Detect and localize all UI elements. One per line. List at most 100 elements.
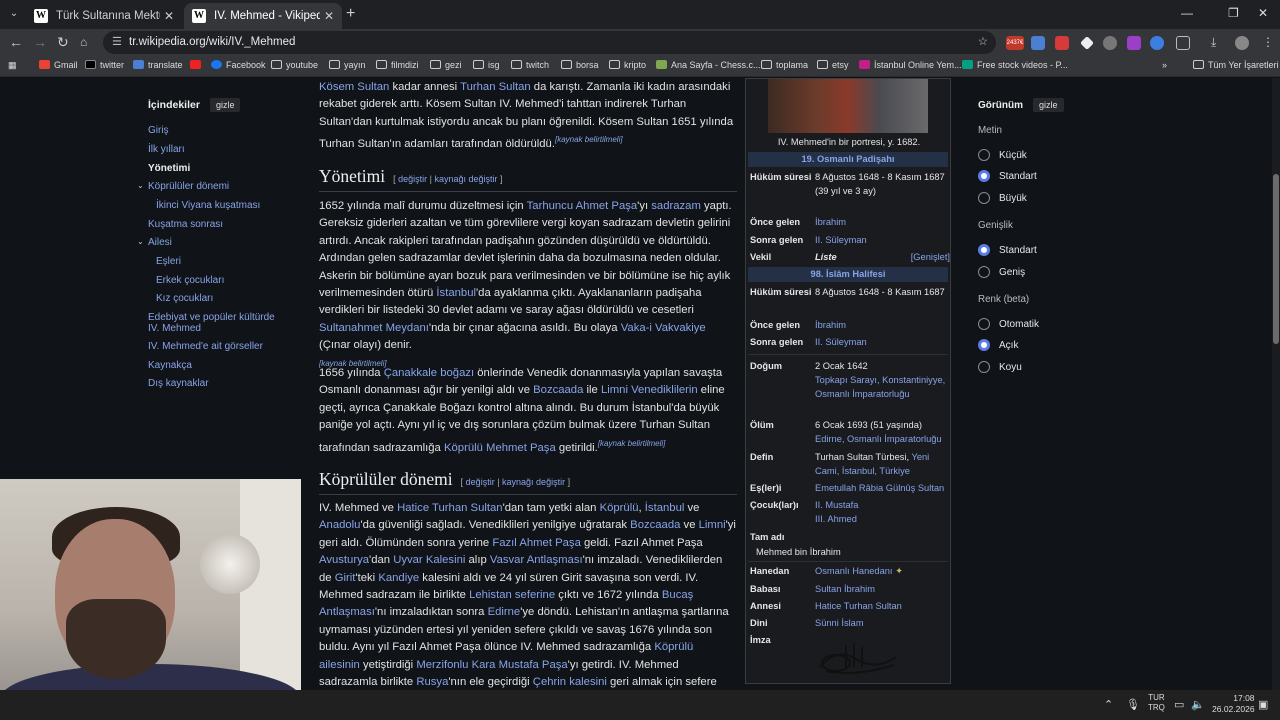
row-link[interactable]: Hatice Turhan Sultan: [815, 599, 949, 613]
new-tab-button[interactable]: +: [346, 5, 355, 23]
edit-link[interactable]: değiştir: [466, 477, 495, 487]
download-icon[interactable]: ⤓: [1211, 35, 1216, 50]
link[interactable]: Turhan Sultan: [460, 81, 531, 93]
bookmark-translate[interactable]: translate: [133, 60, 183, 70]
close-icon[interactable]: ✕: [324, 9, 334, 23]
clock[interactable]: 17:08 26.02.2026: [1212, 693, 1255, 715]
bookmark-toplama[interactable]: toplama: [761, 60, 808, 70]
extension-icon[interactable]: [1103, 36, 1117, 50]
extension-icon[interactable]: [1080, 36, 1094, 50]
edit-source-link[interactable]: kaynağı değiştir: [502, 477, 565, 487]
link[interactable]: Kandiye: [378, 572, 419, 584]
toc-item[interactable]: Dış kaynaklar: [148, 378, 209, 389]
bookmark-istanbul-online[interactable]: İstanbul Online Yem...: [859, 60, 962, 70]
radio-text-large[interactable]: Büyük: [978, 192, 1027, 204]
link[interactable]: Edirne: [488, 606, 521, 618]
radio-circle-checked[interactable]: [978, 244, 990, 256]
minimize-icon[interactable]: —: [1181, 6, 1193, 20]
radio-color-light[interactable]: Açık: [978, 339, 1018, 351]
bookmark-gezi[interactable]: gezi: [430, 60, 462, 70]
link[interactable]: Anadolu: [319, 519, 360, 531]
avatar[interactable]: [1235, 36, 1249, 50]
address-bar[interactable]: ☰ tr.wikipedia.org/wiki/IV._Mehmed ☆: [103, 31, 996, 54]
row-link[interactable]: Topkapı Sarayı, Konstantiniyye, Osmanlı …: [815, 375, 945, 399]
toc-subitem[interactable]: Erkek çocukları: [156, 275, 224, 286]
translate-ext-icon[interactable]: [1031, 36, 1045, 50]
portrait-image[interactable]: [768, 79, 928, 133]
link[interactable]: Bozcaada: [533, 384, 583, 396]
bookmark-yayin[interactable]: yayın: [329, 60, 366, 70]
link[interactable]: Hatice Turhan Sultan: [397, 502, 503, 514]
tab-search-chevron-icon[interactable]: ⌄: [5, 5, 23, 23]
language-indicator[interactable]: TUR TRQ: [1148, 693, 1165, 713]
link[interactable]: Avusturya: [319, 554, 369, 566]
bookmark-free-stock[interactable]: Free stock videos - P...: [962, 60, 1068, 70]
row-link[interactable]: İbrahim: [815, 215, 949, 229]
link[interactable]: Uyvar Kalesini: [393, 554, 465, 566]
link[interactable]: Limni Venediklilerin: [601, 384, 698, 396]
toc-item[interactable]: Kuşatma sonrası: [148, 219, 223, 230]
bookmark-youtube[interactable]: youtube: [271, 60, 318, 70]
radio-circle[interactable]: [978, 149, 990, 161]
toc-item[interactable]: Ailesi: [148, 237, 172, 248]
row-link[interactable]: Emetullah Râbia Gülnûş Sultan: [815, 481, 949, 495]
citation-needed[interactable]: [kaynak belirtilmeli]: [555, 135, 623, 144]
bookmark-borsa[interactable]: borsa: [561, 60, 599, 70]
citation-needed[interactable]: [kaynak belirtilmeli]: [598, 439, 666, 448]
toc-item[interactable]: İlk yılları: [148, 144, 185, 155]
edit-source-link[interactable]: kaynağı değiştir: [434, 174, 497, 184]
link[interactable]: Kösem Sultan: [319, 81, 389, 93]
row-link[interactable]: III. Ahmed: [815, 514, 857, 524]
bookmark-twitter[interactable]: twitter: [85, 60, 124, 70]
radio-text-small[interactable]: Küçük: [978, 149, 1027, 161]
link[interactable]: Lehistan seferine: [469, 589, 555, 601]
link[interactable]: Vaka-i Vakvakiye: [621, 322, 706, 334]
link[interactable]: Tarhuncu Ahmet Paşa: [527, 200, 638, 212]
link[interactable]: Girit: [335, 572, 356, 584]
bookmark-youtube-icon[interactable]: [190, 60, 205, 70]
link[interactable]: Sultanahmet Meydanı: [319, 322, 429, 334]
bookmark-star-icon[interactable]: ☆: [978, 31, 988, 54]
radio-circle[interactable]: [978, 266, 990, 278]
close-window-icon[interactable]: ✕: [1258, 6, 1268, 20]
microphone-icon[interactable]: 🎙: [1126, 698, 1140, 711]
bookmark-kripto[interactable]: kripto: [609, 60, 646, 70]
toc-item[interactable]: Köprülüler dönemi: [148, 181, 229, 192]
toc-hide-button[interactable]: gizle: [209, 98, 241, 112]
link[interactable]: İstanbul: [436, 287, 476, 299]
toc-item-current[interactable]: Yönetimi: [148, 163, 190, 174]
link[interactable]: Köprülü: [600, 502, 639, 514]
row-link[interactable]: Sünni İslam: [815, 616, 949, 630]
row-link[interactable]: Osmanlı Hanedanı: [815, 566, 893, 576]
radio-circle[interactable]: [978, 361, 990, 373]
extension-icon[interactable]: [1127, 36, 1141, 50]
bookmark-gmail[interactable]: Gmail: [39, 60, 78, 70]
radio-circle[interactable]: [978, 318, 990, 330]
notification-icon[interactable]: ▣: [1258, 698, 1268, 711]
link[interactable]: Bozcaada: [630, 519, 680, 531]
link[interactable]: Çehrin kalesini: [533, 676, 607, 688]
link[interactable]: sadrazam: [651, 200, 701, 212]
tughra-signature-image[interactable]: [816, 637, 902, 677]
extension-badge[interactable]: 2437€: [1006, 36, 1024, 50]
chevron-down-icon[interactable]: ⌄: [137, 181, 144, 190]
adblock-icon[interactable]: [1055, 36, 1069, 50]
bookmark-chess[interactable]: Ana Sayfa - Chess.c...: [656, 60, 761, 70]
bookmark-twitch[interactable]: twitch: [511, 60, 549, 70]
edit-link[interactable]: değiştir: [398, 174, 427, 184]
radio-width-standard[interactable]: Standart: [978, 244, 1037, 256]
forward-icon[interactable]: →: [33, 34, 47, 50]
bookmark-facebook[interactable]: Facebook: [211, 60, 266, 70]
more-bookmarks-icon[interactable]: »: [1162, 60, 1167, 70]
tray-chevron-icon[interactable]: ⌃: [1104, 698, 1113, 711]
radio-circle[interactable]: [978, 192, 990, 204]
link[interactable]: Merzifonlu Kara Mustafa Paşa: [416, 659, 567, 671]
row-link[interactable]: Sultan İbrahim: [815, 582, 949, 596]
toc-subitem[interactable]: İkinci Viyana kuşatması: [156, 200, 260, 211]
menu-icon[interactable]: ⋮: [1262, 35, 1274, 49]
radio-circle-checked[interactable]: [978, 339, 990, 351]
link[interactable]: Vasvar Antlaşması: [490, 554, 583, 566]
radio-color-dark[interactable]: Koyu: [978, 361, 1022, 373]
scrollbar[interactable]: [1272, 78, 1280, 690]
toc-item[interactable]: IV. Mehmed'e ait görseller: [148, 341, 263, 352]
